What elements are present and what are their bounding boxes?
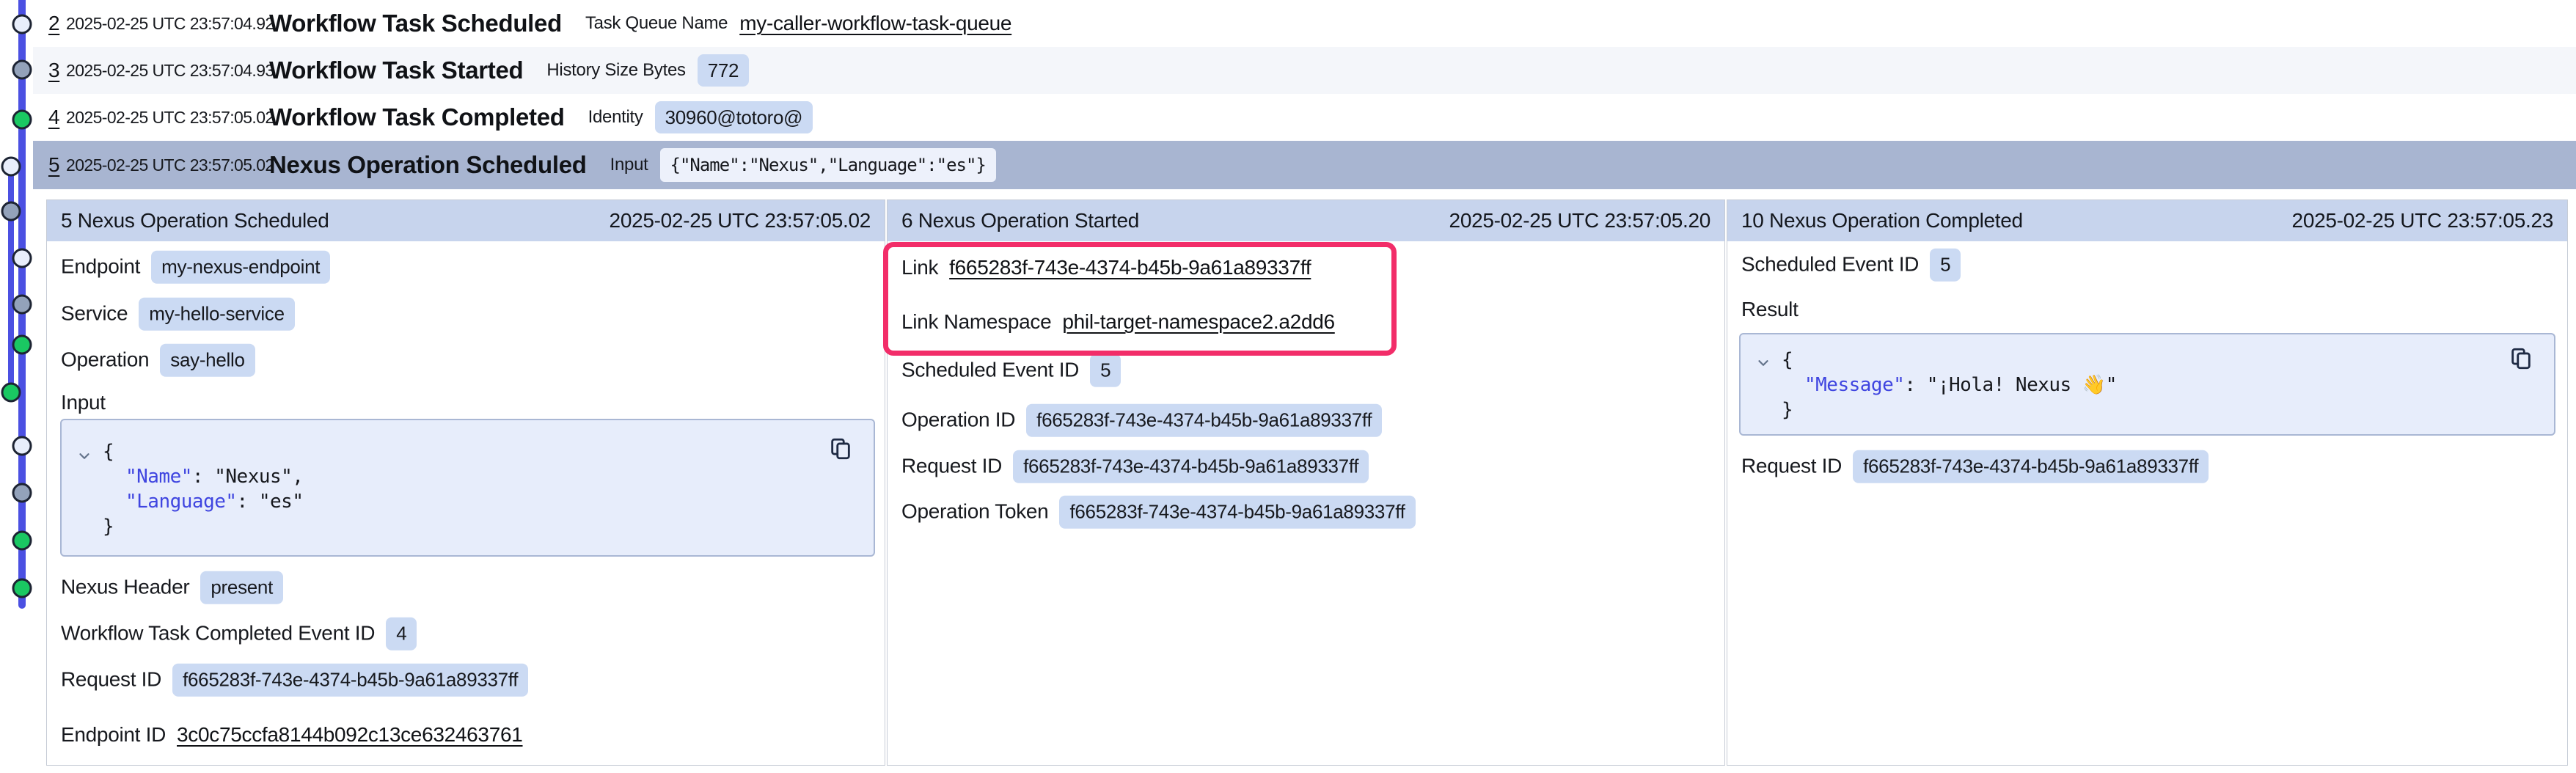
panel-nexus-operation-completed: 10 Nexus Operation Completed 2025-02-25 …	[1727, 199, 2568, 766]
event-timestamp: 2025-02-25 UTC 23:57:04.93	[66, 61, 252, 81]
event-detail-label: Identity	[588, 107, 643, 128]
event-timestamp: 2025-02-25 UTC 23:57:04.92	[66, 14, 252, 34]
timeline-dot[interactable]	[12, 531, 32, 551]
operation-badge: say-hello	[160, 344, 255, 377]
timeline-dot[interactable]	[12, 483, 32, 503]
event-row-3[interactable]: 3 2025-02-25 UTC 23:57:04.93 Workflow Ta…	[33, 47, 2576, 94]
request-id-badge: f665283f-743e-4374-b45b-9a61a89337ff	[172, 664, 528, 697]
event-row-4[interactable]: 4 2025-02-25 UTC 23:57:05.02 Workflow Ta…	[33, 94, 2576, 141]
chevron-down-icon[interactable]	[1755, 355, 1771, 375]
json-brace: {	[103, 441, 114, 463]
endpoint-id-label: Endpoint ID	[61, 723, 166, 747]
result-json-viewer: { "Message": "¡Hola! Nexus 👋" }	[1739, 333, 2555, 436]
json-brace: }	[1782, 399, 1793, 421]
panel-title: 5 Nexus Operation Scheduled	[61, 209, 329, 232]
nexus-header-badge: present	[200, 571, 283, 604]
timeline-dot[interactable]	[1, 383, 21, 403]
json-brace: {	[1782, 349, 1793, 371]
scheduled-event-id-label: Scheduled Event ID	[1741, 253, 1919, 276]
event-id-link[interactable]: 4	[48, 106, 66, 129]
timeline-dot[interactable]	[12, 15, 32, 34]
event-detail-label: Task Queue Name	[585, 13, 728, 34]
timeline-dot[interactable]	[12, 110, 32, 130]
timeline-dot[interactable]	[12, 295, 32, 315]
request-id-label: Request ID	[1741, 455, 1842, 478]
panel-header: 6 Nexus Operation Started 2025-02-25 UTC…	[888, 200, 1724, 241]
event-timestamp: 2025-02-25 UTC 23:57:05.02	[66, 155, 252, 175]
request-id-label: Request ID	[901, 455, 1002, 478]
task-queue-link[interactable]: my-caller-workflow-task-queue	[739, 12, 1011, 35]
wtc-event-id-badge: 4	[386, 618, 417, 651]
request-id-badge: f665283f-743e-4374-b45b-9a61a89337ff	[1853, 450, 2209, 483]
panel-title: 10 Nexus Operation Completed	[1741, 209, 2023, 232]
event-row-5-selected[interactable]: 5 2025-02-25 UTC 23:57:05.02 Nexus Opera…	[33, 141, 2576, 189]
json-brace: }	[103, 516, 114, 538]
timeline-dot[interactable]	[12, 436, 32, 456]
event-title: Workflow Task Scheduled	[269, 10, 562, 37]
request-id-label: Request ID	[61, 668, 161, 692]
wtc-event-id-label: Workflow Task Completed Event ID	[61, 622, 375, 645]
workflow-history-screen: 2 2025-02-25 UTC 23:57:04.92 Workflow Ta…	[0, 0, 2576, 773]
event-detail-label: History Size Bytes	[546, 60, 685, 81]
json-separator: :	[192, 466, 214, 488]
scheduled-event-id-badge: 5	[1930, 249, 1961, 282]
timeline-dot[interactable]	[12, 60, 32, 80]
json-value: "¡Hola! Nexus 👋"	[1927, 374, 2117, 396]
json-value: "es"	[259, 491, 304, 513]
service-label: Service	[61, 302, 128, 326]
json-key: "Message"	[1804, 374, 1904, 396]
input-label: Input	[61, 391, 106, 414]
timeline-dot[interactable]	[12, 335, 32, 355]
timeline-dot[interactable]	[1, 157, 21, 177]
scheduled-event-id-badge: 5	[1090, 354, 1121, 387]
timeline-dot[interactable]	[1, 202, 21, 221]
identity-badge: 30960@totoro@	[655, 101, 813, 134]
event-title: Nexus Operation Scheduled	[269, 151, 587, 179]
panel-header: 5 Nexus Operation Scheduled 2025-02-25 U…	[47, 200, 885, 241]
timeline-dot[interactable]	[12, 579, 32, 598]
nexus-header-label: Nexus Header	[61, 576, 189, 599]
panel-nexus-operation-scheduled: 5 Nexus Operation Scheduled 2025-02-25 U…	[46, 199, 885, 766]
endpoint-badge: my-nexus-endpoint	[151, 251, 330, 284]
event-title: Workflow Task Completed	[269, 103, 565, 131]
panel-timestamp: 2025-02-25 UTC 23:57:05.02	[610, 209, 871, 232]
chevron-down-icon[interactable]	[76, 448, 92, 468]
json-separator: :	[1904, 374, 1926, 396]
panel-timestamp: 2025-02-25 UTC 23:57:05.23	[2292, 209, 2553, 232]
input-payload-badge: {"Name":"Nexus","Language":"es"}	[660, 148, 996, 182]
panel-header: 10 Nexus Operation Completed 2025-02-25 …	[1727, 200, 2567, 241]
event-id-link[interactable]: 2	[48, 12, 66, 35]
event-row-2[interactable]: 2 2025-02-25 UTC 23:57:04.92 Workflow Ta…	[33, 0, 2576, 47]
json-key: "Language"	[125, 491, 237, 513]
operation-token-label: Operation Token	[901, 500, 1048, 524]
json-key: "Name"	[125, 466, 192, 488]
json-separator: :	[237, 491, 259, 513]
endpoint-id-link[interactable]: 3c0c75ccfa8144b092c13ce632463761	[177, 723, 523, 747]
service-badge: my-hello-service	[139, 298, 294, 331]
event-title: Workflow Task Started	[269, 56, 523, 84]
panel-title: 6 Nexus Operation Started	[901, 209, 1139, 232]
panel-nexus-operation-started: 6 Nexus Operation Started 2025-02-25 UTC…	[887, 199, 1725, 766]
event-timestamp: 2025-02-25 UTC 23:57:05.02	[66, 108, 252, 128]
operation-label: Operation	[61, 348, 149, 372]
timeline-dot[interactable]	[12, 249, 32, 268]
event-id-link[interactable]: 3	[48, 59, 66, 82]
result-label: Result	[1741, 298, 1799, 321]
event-id-link[interactable]: 5	[48, 153, 66, 177]
operation-id-label: Operation ID	[901, 409, 1015, 432]
copy-icon[interactable]	[828, 436, 853, 465]
endpoint-label: Endpoint	[61, 255, 140, 279]
json-value: "Nexus",	[214, 466, 303, 488]
operation-id-badge: f665283f-743e-4374-b45b-9a61a89337ff	[1026, 404, 1382, 437]
copy-icon[interactable]	[2509, 346, 2533, 375]
panel-timestamp: 2025-02-25 UTC 23:57:05.20	[1449, 209, 1710, 232]
input-json-viewer: { "Name": "Nexus", "Language": "es" }	[60, 419, 875, 557]
event-detail-label: Input	[610, 155, 648, 175]
request-id-badge: f665283f-743e-4374-b45b-9a61a89337ff	[1013, 450, 1369, 483]
operation-token-badge: f665283f-743e-4374-b45b-9a61a89337ff	[1059, 496, 1415, 529]
scheduled-event-id-label: Scheduled Event ID	[901, 359, 1079, 382]
history-size-badge: 772	[698, 54, 749, 87]
highlight-annotation-box	[883, 242, 1397, 356]
